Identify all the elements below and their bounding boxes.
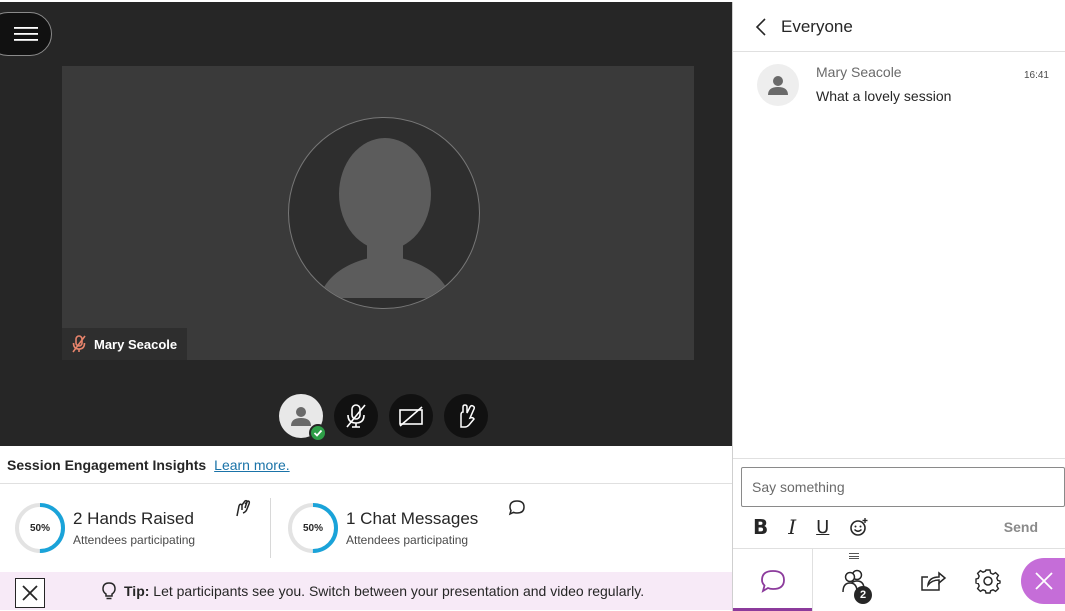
camera-off-icon [399,406,423,427]
close-icon [22,585,38,601]
tip-message: Tip: Let participants see you. Switch be… [102,582,644,600]
my-status-button[interactable] [279,394,327,442]
camera-toggle-button[interactable] [389,394,433,438]
send-button[interactable]: Send [1004,519,1038,535]
formatting-toolbar: B I U [753,515,869,539]
participant-video-tile: Mary Seacole [62,66,694,360]
microphone-muted-icon [72,335,86,353]
chat-bubble-icon [508,500,525,516]
learn-more-link[interactable]: Learn more. [214,457,289,473]
chat-messages-subtitle: Attendees participating [346,533,469,547]
user-avatar-icon [768,76,788,95]
insights-header: Session Engagement Insights Learn more. [0,446,732,484]
chat-channel-title: Everyone [781,16,853,36]
available-status-icon [309,424,327,442]
tip-bar: Tip: Let participants see you. Switch be… [0,572,732,610]
message-text: What a lovely session [816,88,952,104]
emoji-icon[interactable] [849,517,869,537]
chat-message: Mary Seacole What a lovely session 16:41 [757,64,1049,106]
chat-messages-percent: 50% [302,522,323,534]
person-silhouette-icon [319,138,451,298]
raise-hand-button[interactable] [444,394,488,438]
participant-name: Mary Seacole [94,336,178,352]
insights-metrics: 50% 2 Hands Raised Attendees participati… [0,484,732,572]
message-timestamp: 16:41 [1023,70,1049,81]
attendee-count-badge: 2 [854,586,872,604]
user-avatar-icon [291,407,311,426]
hands-raised-value: 2 Hands Raised [73,509,194,528]
hands-raised-metric: 50% 2 Hands Raised Attendees participati… [0,498,270,558]
close-panel-button[interactable] [1021,558,1065,604]
tab-attendees[interactable]: 2 [814,549,894,611]
video-stage: Mary Seacole [0,2,732,446]
message-author-avatar [757,64,799,106]
chat-bubble-icon [760,569,785,593]
chat-messages-progress-ring: 50% [287,502,339,554]
bold-button[interactable]: B [753,515,768,539]
underline-button[interactable]: U [816,517,829,538]
chat-messages-metric: 50% 1 Chat Messages Attendees participat… [270,498,540,558]
hand-raised-icon [236,499,251,517]
tab-share-content[interactable] [908,549,958,611]
tab-settings[interactable] [963,549,1013,611]
hands-raised-subtitle: Attendees participating [73,533,196,547]
panel-navigation: 2 [733,548,1065,611]
participant-avatar [288,117,480,309]
close-icon [1035,572,1053,590]
tab-chat[interactable] [733,549,813,611]
insights-title: Session Engagement Insights [7,456,207,473]
share-content-icon [921,570,947,591]
session-menu-button[interactable] [0,12,52,56]
hand-icon [460,404,476,428]
gear-icon [975,568,1001,594]
tip-text: Let participants see you. Switch between… [153,583,645,599]
microphone-off-icon [346,404,366,428]
hands-raised-percent: 50% [29,522,50,534]
italic-button[interactable]: I [788,515,796,539]
chat-header: Everyone [733,2,1065,52]
participant-name-plate: Mary Seacole [62,328,187,360]
hamburger-menu-icon [14,27,38,41]
chat-panel: Everyone Mary Seacole What a lovely sess… [732,2,1065,611]
dismiss-tip-button[interactable] [15,578,45,608]
engagement-insights-panel: Session Engagement Insights Learn more. … [0,446,732,572]
media-controls [279,394,488,442]
chat-messages-value: 1 Chat Messages [346,509,479,528]
message-author: Mary Seacole [816,64,902,80]
tip-label: Tip: [124,583,150,599]
lightbulb-icon [102,582,116,600]
chat-composer: B I U Send [733,458,1065,548]
microphone-toggle-button[interactable] [334,394,378,438]
chat-message-input[interactable] [741,467,1065,507]
hands-raised-progress-ring: 50% [14,502,66,554]
back-chevron-icon[interactable] [755,17,767,36]
